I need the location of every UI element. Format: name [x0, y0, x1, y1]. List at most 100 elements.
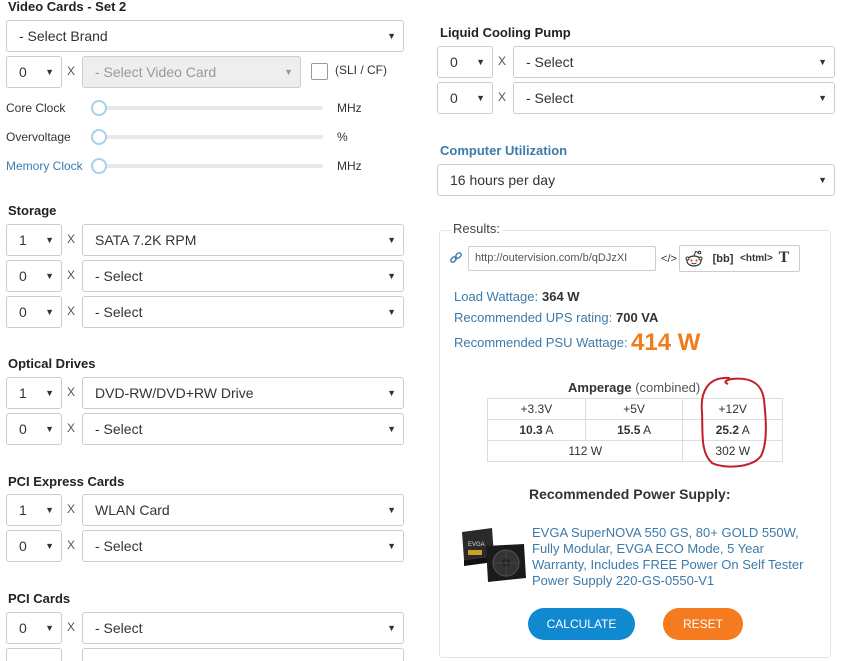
pci-select-2[interactable] [82, 648, 404, 661]
pcie-qty-select-1[interactable]: 1 ▼ [6, 494, 62, 526]
chevron-down-icon: ▼ [45, 67, 54, 77]
storage-select-1[interactable]: SATA 7.2K RPM ▼ [82, 224, 404, 256]
reddit-icon[interactable] [683, 248, 705, 270]
rail-3v3-amps: 10.3 A [487, 419, 586, 441]
chevron-down-icon: ▼ [387, 505, 396, 515]
sli-checkbox[interactable] [311, 63, 328, 80]
pcie-title: PCI Express Cards [8, 474, 125, 489]
overvoltage-label: Overvoltage [6, 130, 71, 144]
chevron-down-icon: ▼ [387, 31, 396, 41]
memory-clock-track[interactable] [95, 164, 323, 168]
video-qty-select[interactable]: 0 ▼ [6, 56, 62, 88]
amps-value: 10.3 [519, 423, 543, 437]
storage-value: SATA 7.2K RPM [95, 232, 197, 248]
pcie-value: - Select [95, 538, 143, 554]
optical-qty-value: 1 [19, 385, 27, 401]
storage-qty-value: 0 [19, 268, 27, 284]
multiply-sign: X [67, 268, 76, 282]
multiply-sign: X [498, 90, 507, 104]
optical-qty-select-1[interactable]: 1 ▼ [6, 377, 62, 409]
multiply-sign: X [67, 620, 76, 634]
pci-qty-value: 0 [19, 620, 27, 636]
storage-qty-select-3[interactable]: 0 ▼ [6, 296, 62, 328]
html-button[interactable]: <html> [740, 247, 773, 271]
utilization-title: Computer Utilization [440, 143, 568, 158]
chevron-down-icon: ▼ [45, 271, 54, 281]
amps-unit: A [545, 423, 554, 437]
liquid-select-1[interactable]: - Select ▼ [513, 46, 835, 78]
optical-select-2[interactable]: - Select ▼ [82, 413, 404, 445]
pci-qty-select-1[interactable]: 0 ▼ [6, 612, 62, 644]
combined-watts: 112 W [486, 440, 684, 462]
chevron-down-icon: ▼ [818, 93, 827, 103]
chevron-down-icon: ▼ [284, 67, 293, 77]
rail-5v-label: +5V [584, 398, 684, 420]
chevron-down-icon: ▼ [45, 307, 54, 317]
storage-qty-value: 0 [19, 304, 27, 320]
optical-select-1[interactable]: DVD-RW/DVD+RW Drive ▼ [82, 377, 404, 409]
amperage-title: Amperage [568, 380, 632, 395]
reset-button[interactable]: RESET [663, 608, 743, 640]
overvoltage-track[interactable] [95, 135, 323, 139]
storage-select-3[interactable]: - Select ▼ [82, 296, 404, 328]
optical-title: Optical Drives [8, 356, 96, 371]
multiply-sign: X [67, 64, 76, 78]
load-wattage-value: 364 W [542, 289, 580, 304]
optical-qty-select-2[interactable]: 0 ▼ [6, 413, 62, 445]
embed-code-icon[interactable]: </> [659, 247, 679, 271]
pci-value: - Select [95, 620, 143, 636]
liquid-qty-value: 0 [450, 90, 458, 106]
storage-value: - Select [95, 304, 143, 320]
bbcode-button[interactable]: [bb] [710, 247, 736, 271]
multiply-sign: X [67, 304, 76, 318]
optical-value: DVD-RW/DVD+RW Drive [95, 385, 254, 401]
utilization-select[interactable]: 16 hours per day ▼ [437, 164, 835, 196]
recommended-psu-title: Recommended Power Supply: [529, 486, 731, 502]
overvoltage-slider-handle[interactable] [91, 129, 107, 145]
video-cards-title: Video Cards - Set 2 [8, 0, 127, 14]
utilization-value: 16 hours per day [450, 172, 556, 188]
pci-title: PCI Cards [8, 591, 71, 606]
liquid-select-2[interactable]: - Select ▼ [513, 82, 835, 114]
overvoltage-unit: % [337, 130, 348, 144]
chevron-down-icon: ▼ [45, 235, 54, 245]
load-wattage-label: Load Wattage: [454, 289, 539, 304]
chevron-down-icon: ▼ [387, 541, 396, 551]
psu-product-image[interactable]: EVGA [458, 524, 528, 584]
multiply-sign: X [67, 385, 76, 399]
memory-clock-unit: MHz [337, 159, 362, 173]
chevron-down-icon: ▼ [387, 235, 396, 245]
storage-qty-select-1[interactable]: 1 ▼ [6, 224, 62, 256]
text-button[interactable]: T [775, 246, 793, 270]
video-brand-select[interactable]: - Select Brand ▼ [6, 20, 404, 52]
liquid-qty-select-2[interactable]: 0 ▼ [437, 82, 493, 114]
video-brand-value: - Select Brand [19, 28, 108, 44]
liquid-title: Liquid Cooling Pump [440, 25, 571, 40]
pcie-qty-select-2[interactable]: 0 ▼ [6, 530, 62, 562]
storage-qty-select-2[interactable]: 0 ▼ [6, 260, 62, 292]
memory-clock-slider-handle[interactable] [91, 158, 107, 174]
pcie-select-1[interactable]: WLAN Card ▼ [82, 494, 404, 526]
liquid-qty-value: 0 [450, 54, 458, 70]
ups-rating-label: Recommended UPS rating: [454, 310, 613, 325]
svg-text:EVGA: EVGA [468, 542, 485, 548]
video-card-value: - Select Video Card [95, 64, 217, 80]
chevron-down-icon: ▼ [387, 307, 396, 317]
pci-select-1[interactable]: - Select ▼ [82, 612, 404, 644]
amperage-heading: Amperage (combined) [568, 380, 700, 395]
core-clock-slider-handle[interactable] [91, 100, 107, 116]
rail-5v-amps: 15.5 A [584, 419, 684, 441]
video-card-select: - Select Video Card ▼ [82, 56, 301, 88]
core-clock-track[interactable] [95, 106, 323, 110]
chevron-down-icon: ▼ [45, 505, 54, 515]
storage-select-2[interactable]: - Select ▼ [82, 260, 404, 292]
psu-product-link[interactable]: EVGA SuperNOVA 550 GS, 80+ GOLD 550W, Fu… [532, 525, 804, 589]
rail-3v3-label: +3.3V [487, 398, 586, 420]
calculate-button[interactable]: CALCULATE [528, 608, 635, 640]
pcie-select-2[interactable]: - Select ▼ [82, 530, 404, 562]
liquid-qty-select-1[interactable]: 0 ▼ [437, 46, 493, 78]
sli-label: (SLI / CF) [335, 63, 388, 77]
pci-qty-select-2[interactable] [6, 648, 62, 661]
share-url-input[interactable]: http://outervision.com/b/qDJzXI [468, 246, 656, 271]
storage-value: - Select [95, 268, 143, 284]
